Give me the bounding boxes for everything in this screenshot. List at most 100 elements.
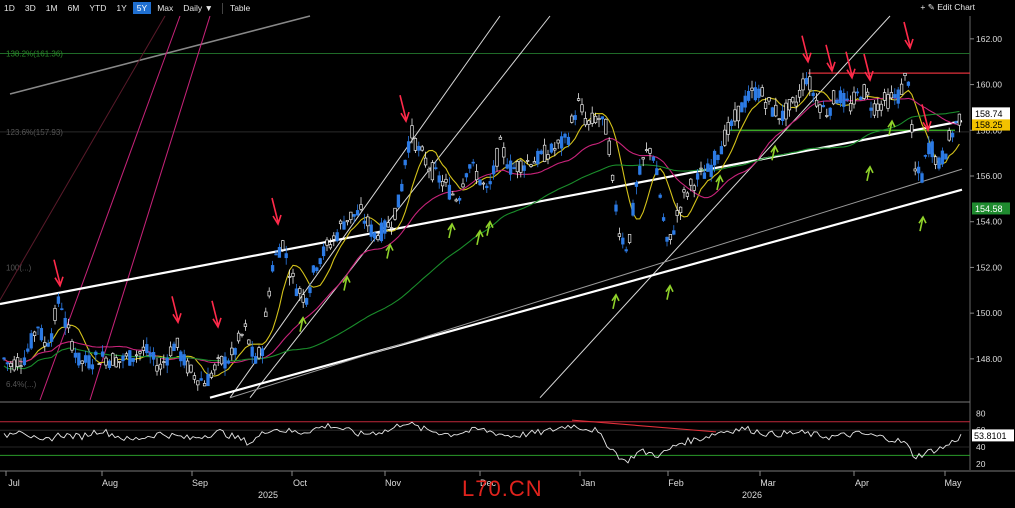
- y-axis: 148.00150.00152.00154.00156.00158.00160.…: [970, 34, 1010, 364]
- candle-body: [695, 173, 700, 180]
- candle-body: [838, 90, 843, 104]
- candle-body: [117, 361, 122, 363]
- trendline-steep_up_a: [229, 15, 501, 399]
- candle-body: [427, 168, 431, 172]
- candle-body: [668, 234, 673, 240]
- candle-body: [556, 139, 560, 144]
- candle-body: [199, 378, 203, 381]
- candle-body: [250, 346, 254, 357]
- watermark: L70.CN: [462, 476, 543, 501]
- candle-body: [158, 363, 163, 370]
- candle-body: [525, 160, 530, 162]
- candle-body: [369, 224, 373, 237]
- candle-body: [107, 360, 112, 369]
- candle-body: [825, 115, 829, 117]
- candle-body: [937, 157, 941, 169]
- candle-body: [546, 154, 550, 160]
- candle-body: [56, 296, 61, 304]
- candle-body: [2, 357, 6, 360]
- x-tick-label: Nov: [385, 478, 402, 488]
- ma-slow-tag: 154.58: [975, 204, 1003, 214]
- candle-body: [692, 185, 696, 191]
- candle-body: [131, 357, 135, 362]
- candle-body: [787, 99, 792, 111]
- candle-body: [859, 96, 863, 101]
- candle-body: [689, 178, 693, 186]
- candle-body: [597, 118, 601, 120]
- candle-body: [9, 363, 13, 368]
- candle-body: [182, 354, 186, 366]
- candle-body: [508, 160, 513, 175]
- candle-body: [750, 87, 754, 91]
- candle-body: [345, 220, 350, 223]
- candle-body: [277, 246, 282, 258]
- candle-body: [519, 160, 523, 173]
- candle-body: [247, 339, 251, 345]
- x-tick-label: Aug: [102, 478, 118, 488]
- candle-body: [104, 357, 108, 366]
- candle-body: [648, 148, 652, 154]
- candle-body: [845, 98, 849, 101]
- candle-body: [777, 118, 781, 120]
- candle-body: [791, 97, 795, 103]
- candle-body: [767, 97, 771, 102]
- candle-body: [148, 352, 152, 357]
- candle-body: [134, 354, 139, 357]
- candle-body: [396, 194, 401, 208]
- candle-body: [206, 374, 210, 387]
- fib-label: 6.4%(...): [6, 380, 37, 389]
- candle-body: [32, 331, 37, 337]
- candle-body: [818, 104, 822, 113]
- candle-body: [865, 91, 870, 96]
- candle-body: [617, 233, 622, 237]
- candle-body: [950, 132, 955, 138]
- candle-body: [930, 141, 934, 158]
- candle-body: [610, 174, 615, 181]
- candle-body: [774, 104, 778, 117]
- candle-body: [923, 155, 928, 157]
- candle-body: [216, 357, 220, 360]
- ma-slow-line: [3, 110, 960, 370]
- candle-body: [655, 168, 659, 176]
- candle-body: [495, 148, 499, 167]
- candle-body: [532, 161, 537, 164]
- candle-body: [529, 164, 533, 167]
- candle-body: [491, 165, 496, 175]
- candle-body: [240, 333, 244, 336]
- candle-body: [15, 357, 20, 367]
- candle-body: [954, 121, 958, 123]
- candle-body: [821, 105, 826, 108]
- candle-body: [5, 362, 10, 365]
- candle-body: [474, 171, 479, 181]
- candle-body: [903, 72, 907, 77]
- candle-body: [46, 342, 50, 347]
- candle-body: [114, 357, 118, 368]
- candle-body: [461, 183, 465, 188]
- candle-body: [355, 210, 360, 216]
- candle-body: [644, 149, 649, 151]
- candle-body: [746, 90, 751, 101]
- candle-body: [454, 199, 458, 202]
- candle-body: [485, 185, 489, 189]
- candle-body: [757, 88, 761, 98]
- candle-body: [423, 157, 428, 166]
- candle-body: [389, 227, 394, 229]
- candle-body: [726, 122, 730, 135]
- x-tick-label: May: [944, 478, 962, 488]
- candle-body: [661, 217, 666, 221]
- candle-body: [141, 346, 146, 351]
- candle-body: [600, 116, 605, 120]
- candle-body: [706, 163, 710, 172]
- candle-body: [614, 204, 618, 212]
- candle-body: [430, 162, 435, 181]
- candle-body: [111, 353, 115, 366]
- candle-body: [488, 181, 492, 185]
- candle-body: [202, 383, 207, 387]
- y-tick-label: 154.00: [976, 217, 1002, 227]
- candle-body: [512, 167, 516, 170]
- x-tick-label: Feb: [668, 478, 684, 488]
- candle-body: [665, 236, 669, 242]
- candle-body: [393, 207, 397, 220]
- candle-body: [672, 230, 676, 235]
- candle-body: [872, 103, 877, 116]
